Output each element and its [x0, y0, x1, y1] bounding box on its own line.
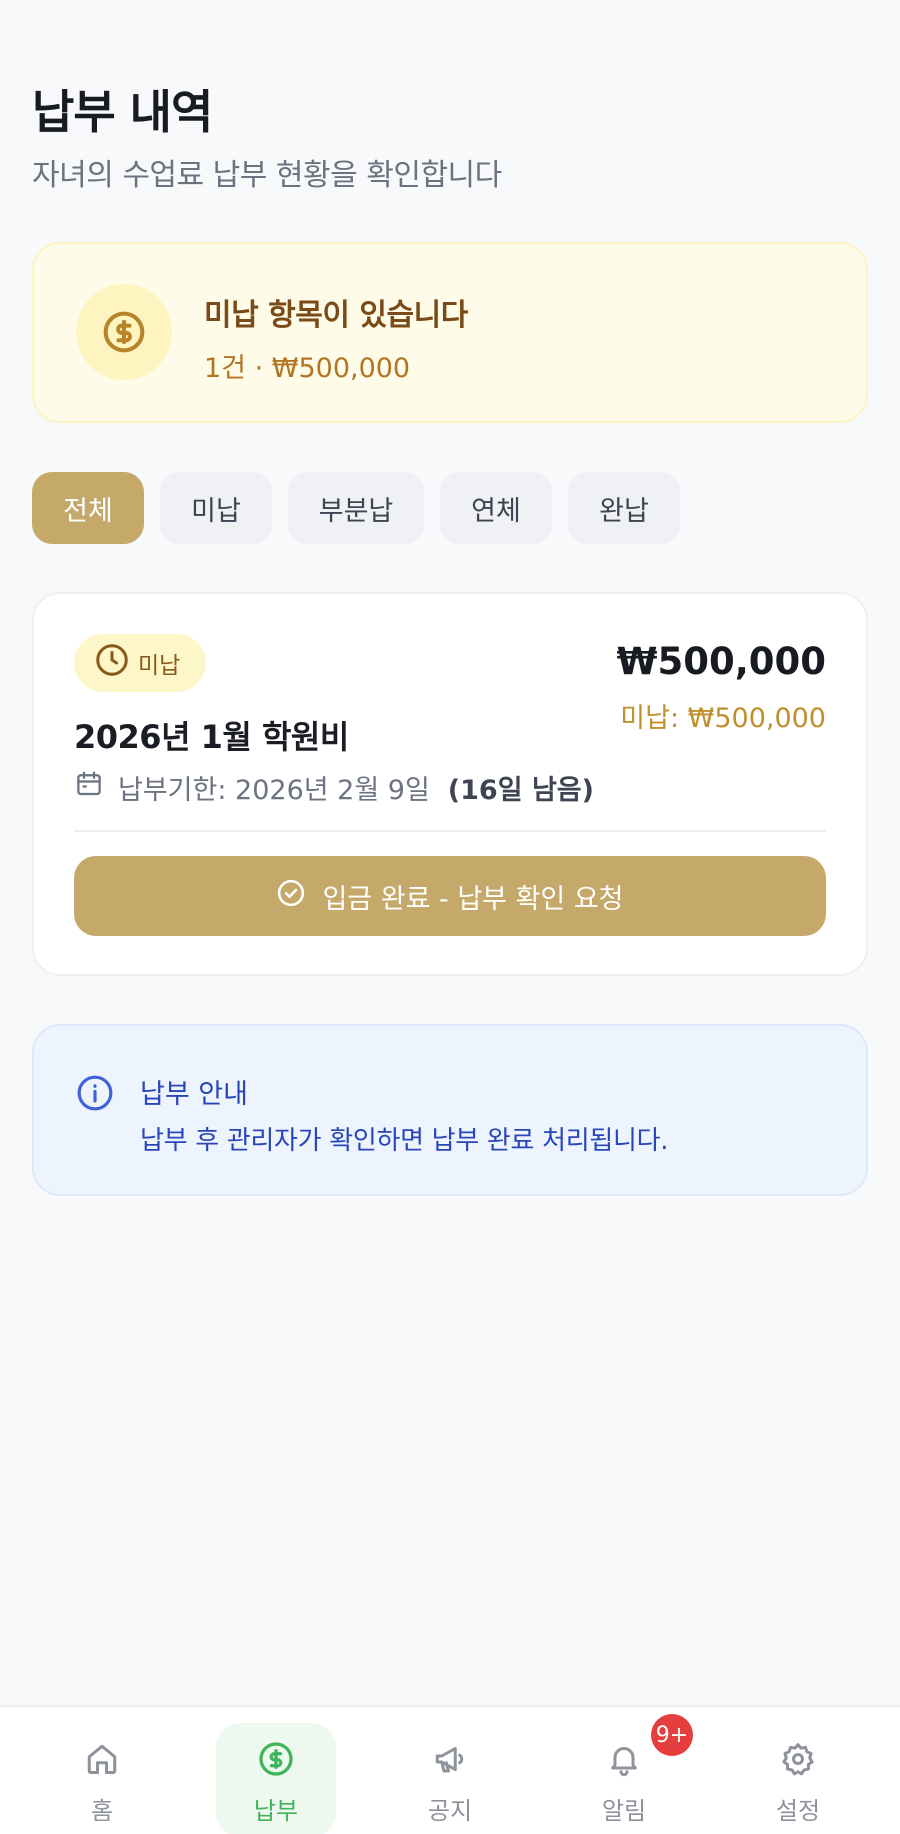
due-date: 납부기한: 2026년 2월 9일 [118, 775, 430, 806]
tab-settings[interactable]: 설정 [738, 1723, 858, 1834]
calendar-icon [74, 769, 104, 806]
status-badge-label: 미납 [138, 653, 181, 679]
tab-payment[interactable]: 납부 [216, 1723, 336, 1834]
page-title: 납부 내역 [32, 85, 213, 139]
alert-title: 미납 항목이 있습니다 [204, 298, 468, 333]
clock-icon [94, 642, 130, 684]
filter-paid[interactable]: 완납 [568, 472, 680, 544]
payment-amount: ₩500,000 [616, 640, 826, 683]
tab-notice[interactable]: 공지 [390, 1723, 510, 1834]
notification-count-badge: 9+ [651, 1714, 693, 1756]
dollar-coin-icon [76, 284, 172, 380]
tab-alerts-label: 알림 [601, 1797, 647, 1825]
days-remaining: (16일 남음) [447, 775, 594, 806]
tab-home-label: 홈 [90, 1797, 114, 1825]
request-payment-confirm-button[interactable]: 입금 완료 - 납부 확인 요청 [74, 856, 826, 936]
payment-title: 2026년 1월 학원비 [74, 718, 349, 756]
action-button-label: 입금 완료 - 납부 확인 요청 [322, 883, 624, 915]
status-filter-bar: 전체 미납 부분납 연체 완납 [32, 472, 680, 544]
filter-unpaid[interactable]: 미납 [160, 472, 272, 544]
tab-payment-label: 납부 [253, 1797, 299, 1825]
alert-summary: 1건 · ₩500,000 [204, 353, 411, 384]
payment-info-box: 납부 안내 납부 후 관리자가 확인하면 납부 완료 처리됩니다. [32, 1024, 868, 1196]
gear-icon [780, 1741, 816, 1783]
check-circle-icon [276, 878, 306, 915]
due-date-row: 납부기한: 2026년 2월 9일 (16일 남음) [74, 768, 594, 807]
tab-settings-label: 설정 [775, 1797, 821, 1825]
info-icon [76, 1074, 114, 1116]
filter-all[interactable]: 전체 [32, 472, 144, 544]
tab-notice-label: 공지 [427, 1797, 473, 1825]
payment-card[interactable]: 미납 ₩500,000 미납: ₩500,000 2026년 1월 학원비 납부… [32, 592, 868, 976]
info-title: 납부 안내 [140, 1079, 248, 1110]
bottom-tab-bar: 홈 납부 공지 알림 설정 [0, 1705, 900, 1834]
unpaid-alert-card[interactable]: 미납 항목이 있습니다 1건 · ₩500,000 [32, 242, 868, 423]
filter-partial[interactable]: 부분납 [288, 472, 424, 544]
info-text: 납부 후 관리자가 확인하면 납부 완료 처리됩니다. [140, 1126, 669, 1156]
unpaid-amount: 미납: ₩500,000 [620, 703, 826, 734]
status-badge: 미납 [74, 634, 206, 692]
bell-icon [606, 1741, 642, 1783]
filter-overdue[interactable]: 연체 [440, 472, 552, 544]
home-icon [84, 1741, 120, 1783]
dollar-icon [258, 1741, 294, 1783]
megaphone-icon [432, 1741, 468, 1783]
page-subtitle: 자녀의 수업료 납부 현황을 확인합니다 [32, 158, 502, 193]
tab-home[interactable]: 홈 [42, 1723, 162, 1834]
divider [74, 830, 826, 832]
